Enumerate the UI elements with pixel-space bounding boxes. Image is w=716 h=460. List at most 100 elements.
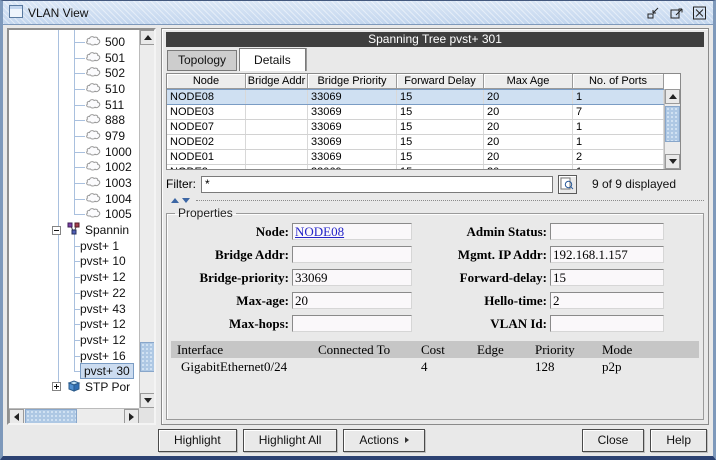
tree-item-label: 500	[105, 35, 125, 49]
field-value-max-hops[interactable]	[292, 315, 412, 332]
close-button[interactable]: Close	[582, 429, 645, 452]
tree-item-vlan[interactable]: 1002	[9, 160, 139, 176]
scrollbar-thumb[interactable]	[25, 409, 77, 424]
table-row[interactable]: NODE013306915202	[167, 150, 664, 165]
scrollbar-thumb[interactable]	[665, 106, 680, 142]
tree-item-label: 1003	[105, 176, 132, 190]
tree-item-vlan[interactable]: 501	[9, 50, 139, 66]
tree-item-vlan[interactable]: 1000	[9, 144, 139, 160]
column-header: Mode	[600, 342, 699, 358]
tree-item-vlan[interactable]: 1003	[9, 175, 139, 191]
cloud-icon	[85, 145, 101, 159]
expand-icon[interactable]	[52, 382, 61, 391]
tree-item-pvst[interactable]: pvst+ 12	[9, 269, 139, 285]
tree-item-label: 502	[105, 66, 125, 80]
column-header[interactable]: Max Age	[484, 74, 573, 88]
highlight-all-button[interactable]: Highlight All	[243, 429, 338, 452]
highlight-button[interactable]: Highlight	[158, 429, 237, 452]
tree-item-pvst[interactable]: pvst+ 22	[9, 285, 139, 301]
tab-details[interactable]: Details	[239, 48, 306, 71]
table-row[interactable]: NODE23306915201	[167, 165, 664, 169]
cell-node: NODE08	[167, 90, 246, 104]
vlan-tree[interactable]: 500 501 502 510 511 888 979 1000 1002 10…	[9, 30, 139, 408]
tree-item-pvst-selected[interactable]: pvst+ 30	[9, 363, 139, 379]
table-row[interactable]: NODE033306915207	[167, 105, 664, 120]
scroll-right-icon[interactable]	[124, 409, 139, 424]
tree-item-pvst[interactable]: pvst+ 12	[9, 316, 139, 332]
cell-bridge-addr	[246, 90, 308, 104]
tree-item-vlan[interactable]: 510	[9, 81, 139, 97]
tree-item-vlan[interactable]: 1005	[9, 207, 139, 223]
panel-title: Spanning Tree pvst+ 301	[166, 32, 704, 47]
tree-item-vlan[interactable]: 1004	[9, 191, 139, 207]
column-header[interactable]: No. of Ports	[573, 74, 664, 88]
table-row[interactable]: NODE073306915201	[167, 120, 664, 135]
tree-item-pvst[interactable]: pvst+ 10	[9, 254, 139, 270]
titlebar[interactable]: VLAN View	[3, 1, 713, 25]
cell-bridge-addr	[246, 135, 308, 149]
tree-item-pvst[interactable]: pvst+ 16	[9, 348, 139, 364]
tree-item-stp-ports[interactable]: STP Por	[9, 379, 139, 395]
field-label-forward-delay: Forward-delay:	[415, 270, 547, 286]
node-link[interactable]: NODE08	[295, 224, 344, 239]
cell-max-age: 20	[484, 120, 573, 134]
maximize-icon[interactable]	[667, 4, 685, 21]
field-value-forward-delay[interactable]: 15	[550, 269, 664, 286]
tree-item-vlan[interactable]: 888	[9, 112, 139, 128]
tree-vertical-scrollbar[interactable]	[139, 30, 154, 408]
column-header[interactable]: Bridge Priority	[308, 74, 397, 88]
tree-item-pvst[interactable]: pvst+ 1	[9, 238, 139, 254]
cell-node: NODE03	[167, 105, 246, 119]
scroll-up-icon[interactable]	[140, 30, 155, 45]
field-value-max-age[interactable]: 20	[292, 292, 412, 309]
tree-item-label: pvst+ 43	[80, 302, 126, 316]
scroll-left-icon[interactable]	[9, 409, 24, 424]
tree-item-vlan[interactable]: 502	[9, 65, 139, 81]
field-value-bridge-priority[interactable]: 33069	[292, 269, 412, 286]
divider-line[interactable]	[196, 200, 704, 201]
interface-row[interactable]: GigabitEthernet0/24 4 128 p2p	[171, 358, 699, 376]
field-label-vlan-id: VLAN Id:	[415, 316, 547, 332]
close-icon[interactable]	[690, 4, 708, 21]
tree-item-vlan[interactable]: 511	[9, 97, 139, 113]
cell-ports: 2	[573, 150, 664, 164]
tree-item-label: STP Por	[85, 380, 130, 394]
column-header[interactable]: Node	[167, 74, 246, 88]
tree-item-pvst[interactable]: pvst+ 43	[9, 301, 139, 317]
scrollbar-thumb[interactable]	[140, 342, 155, 372]
filter-input[interactable]	[201, 176, 553, 193]
tab-topology[interactable]: Topology	[167, 50, 237, 71]
split-divider[interactable]	[166, 196, 704, 205]
node-table-header[interactable]: Node Bridge Addr Bridge Priority Forward…	[167, 74, 664, 89]
tree-item-spanning-tree[interactable]: Spannin	[9, 222, 139, 238]
scroll-down-icon[interactable]	[665, 154, 680, 169]
field-value-hello-time[interactable]: 2	[550, 292, 664, 309]
actions-button[interactable]: Actions	[343, 429, 424, 452]
help-button[interactable]: Help	[650, 429, 707, 452]
field-value-node[interactable]: NODE08	[292, 223, 412, 240]
tree-item-pvst[interactable]: pvst+ 12	[9, 332, 139, 348]
field-value-mgmt-ip[interactable]: 192.168.1.157	[550, 246, 664, 263]
field-value-admin-status[interactable]	[550, 223, 664, 240]
table-row[interactable]: NODE023306915201	[167, 135, 664, 150]
filter-search-icon[interactable]	[558, 175, 577, 194]
column-header[interactable]: Bridge Addr	[246, 74, 308, 88]
field-value-vlan-id[interactable]	[550, 315, 664, 332]
cell-bridge-priority: 33069	[308, 165, 397, 169]
cell-bridge-addr	[246, 120, 308, 134]
expand-up-icon[interactable]	[171, 198, 179, 203]
collapse-icon[interactable]	[52, 226, 61, 235]
scroll-down-icon[interactable]	[140, 393, 155, 408]
minimize-icon[interactable]	[644, 4, 662, 21]
field-value-bridge-addr[interactable]	[292, 246, 412, 263]
tree-item-vlan[interactable]: 979	[9, 128, 139, 144]
tree-item-vlan[interactable]: 500	[9, 34, 139, 50]
tree-horizontal-scrollbar[interactable]	[9, 408, 139, 423]
column-header[interactable]: Forward Delay	[397, 74, 484, 88]
table-row[interactable]: NODE083306915201	[167, 89, 664, 105]
cell-ports: 7	[573, 105, 664, 119]
scroll-up-icon[interactable]	[665, 89, 680, 104]
collapse-down-icon[interactable]	[182, 198, 190, 203]
table-vertical-scrollbar[interactable]	[664, 89, 680, 169]
spanning-tree-icon	[66, 222, 81, 238]
